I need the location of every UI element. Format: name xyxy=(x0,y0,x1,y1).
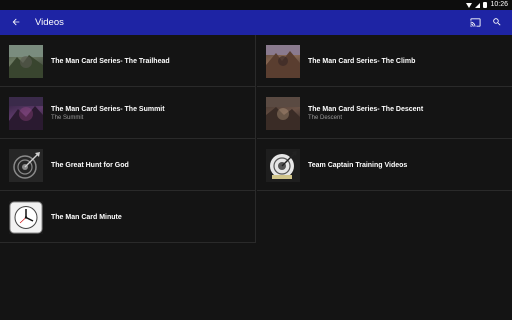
back-button[interactable] xyxy=(9,15,23,29)
cast-icon xyxy=(469,17,481,27)
video-thumbnail xyxy=(266,45,300,78)
video-thumbnail xyxy=(9,97,43,130)
summit-landscape-image xyxy=(9,97,43,130)
video-title: Team Captain Training Videos xyxy=(308,161,408,169)
cast-button[interactable] xyxy=(468,15,482,29)
video-item-descent[interactable]: The Man Card Series- The Descent The Des… xyxy=(257,87,512,139)
clock-image xyxy=(9,201,43,234)
video-title: The Great Hunt for God xyxy=(51,161,129,169)
climb-landscape-image xyxy=(266,45,300,78)
search-icon xyxy=(493,18,501,26)
video-thumbnail xyxy=(266,97,300,130)
video-title: The Man Card Series- The Climb xyxy=(308,57,416,65)
video-subtitle: The Descent xyxy=(308,114,343,121)
video-item-man-card-minute[interactable]: The Man Card Minute xyxy=(0,191,256,243)
video-item-summit[interactable]: The Man Card Series- The Summit The Summ… xyxy=(0,87,256,139)
video-thumbnail xyxy=(9,201,43,234)
video-list: The Man Card Series- The Trailhead The M… xyxy=(0,35,512,320)
video-thumbnail xyxy=(9,149,43,182)
battery-icon xyxy=(483,2,488,8)
trail-landscape-image xyxy=(9,45,43,78)
video-item-great-hunt[interactable]: The Great Hunt for God xyxy=(0,139,256,191)
video-thumbnail xyxy=(9,45,43,78)
video-subtitle: The Summit xyxy=(51,114,84,121)
video-thumbnail xyxy=(266,149,300,182)
descent-landscape-image xyxy=(266,97,300,130)
video-title: The Man Card Series- The Summit xyxy=(51,105,165,113)
video-item-team-captain[interactable]: Team Captain Training Videos xyxy=(257,139,512,191)
status-bar: 10:26 xyxy=(0,0,512,10)
video-title: The Man Card Series- The Descent xyxy=(308,105,424,113)
video-title: The Man Card Minute xyxy=(51,213,122,221)
search-button[interactable] xyxy=(490,15,504,29)
target-arrow-image xyxy=(9,149,43,182)
captain-target-image xyxy=(266,149,300,182)
status-time: 10:26 xyxy=(490,1,508,8)
arrow-back-icon xyxy=(12,18,20,26)
signal-icon xyxy=(475,2,481,8)
app-bar: Videos xyxy=(0,10,512,35)
video-title: The Man Card Series- The Trailhead xyxy=(51,57,170,65)
page-title: Videos xyxy=(35,17,64,28)
video-item-trailhead[interactable]: The Man Card Series- The Trailhead xyxy=(0,35,256,87)
video-item-climb[interactable]: The Man Card Series- The Climb xyxy=(257,35,512,87)
wifi-icon xyxy=(466,2,473,8)
